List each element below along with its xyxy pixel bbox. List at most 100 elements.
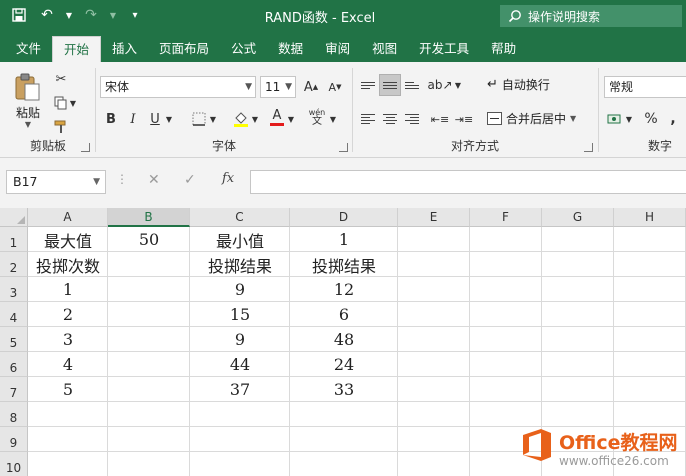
tab-developer[interactable]: 开发工具 [408,36,480,62]
row-header-1[interactable]: 1 [0,227,28,252]
orientation-button[interactable]: ab↗ [427,74,452,96]
cut-button[interactable]: ✂ [50,68,72,90]
clipboard-launcher-icon[interactable] [81,143,90,152]
redo-button[interactable]: ↷ [80,4,102,26]
tab-insert[interactable]: 插入 [101,36,148,62]
column-header-e[interactable]: E [398,208,470,227]
tab-home[interactable]: 开始 [52,36,102,62]
middle-align-button[interactable] [379,74,401,96]
fill-color-button[interactable] [230,108,252,130]
cell-a3[interactable]: 1 [28,277,108,302]
row-header-10[interactable]: 10 [0,452,28,476]
cell-c7[interactable]: 37 [190,377,290,402]
underline-button[interactable]: U [144,108,166,130]
chevron-down-icon[interactable]: ▼ [10,120,46,129]
cell-c3[interactable]: 9 [190,277,290,302]
cell-d1[interactable]: 1 [290,227,398,252]
wrap-text-button[interactable]: ↵ 自动换行 [487,76,550,93]
increase-indent-button[interactable]: ⇥≡ [453,108,475,130]
cell-b3[interactable] [108,277,190,302]
row-header-5[interactable]: 5 [0,327,28,352]
undo-button[interactable]: ↶ [36,4,58,26]
decrease-indent-button[interactable]: ⇤≡ [429,108,451,130]
font-color-button[interactable]: A [266,106,288,128]
font-color-dropdown[interactable]: ▼ [286,108,296,130]
cell-d6[interactable]: 24 [290,352,398,377]
redo-dropdown[interactable]: ▼ [108,4,118,26]
merge-center-button[interactable]: 合并后居中 ▼ [487,110,576,127]
cell-a6[interactable]: 4 [28,352,108,377]
cell-b6[interactable] [108,352,190,377]
formula-input[interactable] [250,170,686,194]
undo-dropdown[interactable]: ▼ [64,4,74,26]
accounting-dropdown[interactable]: ▼ [624,108,634,130]
column-header-g[interactable]: G [542,208,614,227]
cell-c4[interactable]: 15 [190,302,290,327]
percent-style-button[interactable]: % [640,108,662,130]
cell-b7[interactable] [108,377,190,402]
cell-d4[interactable]: 6 [290,302,398,327]
phonetic-dropdown[interactable]: ▼ [328,108,338,130]
cell-d7[interactable]: 33 [290,377,398,402]
column-header-a[interactable]: A [28,208,108,227]
tab-page-layout[interactable]: 页面布局 [148,36,220,62]
cell-c6[interactable]: 44 [190,352,290,377]
tell-me-search[interactable]: 操作说明搜索 [500,5,682,27]
cell-d2[interactable]: 投掷结果 [290,252,398,277]
font-size-select[interactable]: 11 ▼ [260,76,296,98]
cell-c2[interactable]: 投掷结果 [190,252,290,277]
fill-color-dropdown[interactable]: ▼ [250,108,260,130]
tab-help[interactable]: 帮助 [480,36,527,62]
cancel-entry-button[interactable]: ✕ [148,172,160,188]
shrink-font-button[interactable]: A ▼ [324,76,346,98]
cell-a7[interactable]: 5 [28,377,108,402]
align-center-button[interactable] [379,108,401,130]
confirm-entry-button[interactable]: ✓ [184,172,196,188]
cell-b1[interactable]: 50 [108,227,190,252]
cell-c5[interactable]: 9 [190,327,290,352]
cell-a4[interactable]: 2 [28,302,108,327]
chevron-down-icon[interactable]: ▼ [570,114,576,123]
formula-bar-resize-handle[interactable]: ⋮ [116,172,128,186]
cell-a2[interactable]: 投掷次数 [28,252,108,277]
cell-b4[interactable] [108,302,190,327]
grow-font-button[interactable]: A ▲ [300,76,322,98]
tab-file[interactable]: 文件 [5,36,52,62]
borders-button[interactable] [188,108,210,130]
row-header-6[interactable]: 6 [0,352,28,377]
font-name-select[interactable]: 宋体 ▼ [100,76,256,98]
column-header-d[interactable]: D [290,208,398,227]
tab-data[interactable]: 数据 [267,36,314,62]
row-header-4[interactable]: 4 [0,302,28,327]
name-box[interactable]: B17 ▼ [6,170,106,194]
tab-view[interactable]: 视图 [361,36,408,62]
italic-button[interactable]: I [122,108,144,130]
row-header-9[interactable]: 9 [0,427,28,452]
cell-b5[interactable] [108,327,190,352]
align-left-button[interactable] [357,108,379,130]
cell-a1[interactable]: 最大值 [28,227,108,252]
cell-c1[interactable]: 最小值 [190,227,290,252]
column-header-c[interactable]: C [190,208,290,227]
column-header-h[interactable]: H [614,208,686,227]
copy-dropdown[interactable]: ▼ [68,92,78,114]
row-header-8[interactable]: 8 [0,402,28,427]
select-all-button[interactable] [0,208,28,227]
align-right-button[interactable] [401,108,423,130]
column-header-b[interactable]: B [108,208,190,227]
cell-a5[interactable]: 3 [28,327,108,352]
alignment-launcher-icon[interactable] [584,143,593,152]
customize-qat-button[interactable]: ▾ [124,4,146,26]
comma-style-button[interactable]: , [662,108,684,130]
paste-button[interactable]: 粘贴 ▼ [10,70,46,132]
number-format-select[interactable]: 常规 [604,76,686,98]
row-header-7[interactable]: 7 [0,377,28,402]
top-align-button[interactable] [357,74,379,96]
cell-d3[interactable]: 12 [290,277,398,302]
cell-b2[interactable] [108,252,190,277]
bottom-align-button[interactable] [401,74,423,96]
format-painter-button[interactable] [50,116,72,138]
accounting-format-button[interactable] [604,108,626,130]
borders-dropdown[interactable]: ▼ [208,108,218,130]
save-button[interactable] [8,4,30,26]
